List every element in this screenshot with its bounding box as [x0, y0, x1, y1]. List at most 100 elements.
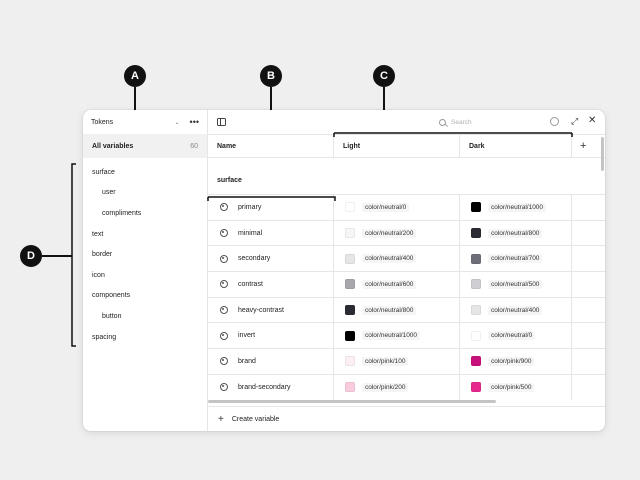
dark-alias: color/neutral/700: [488, 254, 543, 264]
sidebar-item-surface[interactable]: surface: [83, 162, 207, 183]
sidebar: Tokens ⌄ ••• All variables 60 surface us…: [83, 110, 208, 431]
dark-swatch: [471, 228, 481, 239]
table-row[interactable]: invert color/neutral/1000 color/neutral/0: [208, 323, 605, 350]
dark-value-cell[interactable]: color/neutral/700: [460, 246, 572, 272]
expand-icon[interactable]: ⤢: [571, 116, 578, 127]
variable-name: brand-secondary: [238, 383, 291, 391]
sidebar-item-user[interactable]: user: [83, 183, 207, 204]
more-icon[interactable]: •••: [190, 117, 199, 127]
variable-name: secondary: [238, 255, 271, 263]
dark-swatch: [471, 202, 481, 213]
light-value-cell[interactable]: color/pink/200: [334, 374, 460, 400]
light-value-cell[interactable]: color/neutral/0: [334, 195, 460, 220]
variable-name-cell[interactable]: contrast: [208, 272, 334, 297]
callout-d: D: [20, 245, 42, 267]
close-icon[interactable]: ✕: [588, 115, 596, 126]
horizontal-scrollbar[interactable]: [208, 400, 496, 403]
light-value-cell[interactable]: color/neutral/400: [334, 246, 460, 272]
light-alias: color/pink/100: [362, 356, 409, 366]
dark-alias: color/neutral/0: [488, 331, 536, 341]
table-header: Name Light Dark +: [208, 134, 605, 158]
light-value-cell[interactable]: color/neutral/600: [334, 272, 460, 297]
variable-name-cell[interactable]: primary: [208, 195, 334, 220]
light-swatch: [345, 356, 355, 367]
dark-alias: color/neutral/500: [488, 279, 543, 289]
search-placeholder: Search: [451, 118, 472, 126]
table-row[interactable]: primary color/neutral/0 color/neutral/1000: [208, 195, 605, 221]
group-row-surface: surface: [208, 158, 605, 195]
light-swatch: [345, 202, 355, 213]
variable-name-cell[interactable]: brand-secondary: [208, 374, 334, 400]
vertical-scrollbar[interactable]: [601, 137, 604, 171]
color-variable-icon: [220, 331, 228, 340]
search-input[interactable]: Search: [439, 116, 564, 128]
light-swatch: [345, 305, 355, 316]
dark-swatch: [471, 279, 481, 290]
light-value-cell[interactable]: color/neutral/1000: [334, 323, 460, 349]
variable-name: primary: [238, 203, 262, 211]
sidebar-item-all-variables[interactable]: All variables 60: [83, 134, 207, 158]
dark-alias: color/neutral/1000: [488, 202, 547, 212]
variable-name-cell[interactable]: invert: [208, 323, 334, 349]
add-mode-icon[interactable]: +: [580, 140, 586, 152]
sidebar-item-spacing[interactable]: spacing: [83, 327, 207, 348]
callout-c: C: [373, 65, 395, 87]
dark-value-cell[interactable]: color/neutral/800: [460, 220, 572, 246]
dark-value-cell[interactable]: color/neutral/0: [460, 323, 572, 349]
sidebar-item-text[interactable]: text: [83, 224, 207, 245]
light-alias: color/neutral/600: [362, 279, 417, 289]
light-alias: color/pink/200: [362, 382, 409, 392]
variable-name-cell[interactable]: minimal: [208, 220, 334, 246]
variable-name-cell[interactable]: heavy-contrast: [208, 297, 334, 323]
variable-name: minimal: [238, 229, 263, 237]
chevron-down-icon: ⌄: [174, 119, 180, 126]
light-swatch: [345, 330, 355, 341]
create-variable-button[interactable]: + Create variable: [208, 406, 605, 431]
dark-value-cell[interactable]: color/neutral/400: [460, 297, 572, 323]
column-header-dark[interactable]: Dark: [460, 135, 572, 157]
all-variables-label: All variables: [92, 142, 134, 150]
color-variable-icon: [220, 357, 228, 366]
light-value-cell[interactable]: color/neutral/200: [334, 220, 460, 246]
dark-value-cell[interactable]: color/pink/500: [460, 374, 572, 400]
filter-icon[interactable]: [550, 117, 559, 126]
sidebar-item-components[interactable]: components: [83, 286, 207, 307]
callout-a: A: [124, 65, 146, 87]
dark-swatch: [471, 305, 481, 316]
light-swatch: [345, 279, 355, 290]
light-value-cell[interactable]: color/pink/100: [334, 349, 460, 374]
dark-alias: color/pink/500: [488, 382, 535, 392]
sidebar-item-compliments[interactable]: compliments: [83, 203, 207, 224]
table-body: surface primary color/neutral/0 color/neut…: [208, 158, 605, 400]
plus-icon: +: [218, 413, 224, 425]
variable-name: contrast: [238, 280, 263, 288]
light-swatch: [345, 253, 355, 264]
dark-swatch: [471, 382, 481, 393]
dark-value-cell[interactable]: color/neutral/500: [460, 272, 572, 297]
light-value-cell[interactable]: color/neutral/800: [334, 297, 460, 323]
table-row[interactable]: contrast color/neutral/600 color/neutral/5…: [208, 272, 605, 298]
variable-name-cell[interactable]: secondary: [208, 246, 334, 272]
light-alias: color/neutral/200: [362, 228, 417, 238]
table-row[interactable]: minimal color/neutral/200 color/neutral/80…: [208, 220, 605, 247]
sidebar-toggle-icon[interactable]: [217, 118, 226, 126]
bracket-d: [71, 163, 76, 347]
collection-select[interactable]: Tokens ⌄: [91, 114, 180, 130]
variable-name-cell[interactable]: brand: [208, 349, 334, 374]
sidebar-item-icon[interactable]: icon: [83, 265, 207, 286]
table-row[interactable]: heavy-contrast color/neutral/800 color/neu…: [208, 297, 605, 324]
table-row[interactable]: brand color/pink/100 color/pink/900: [208, 349, 605, 375]
dark-swatch: [471, 253, 481, 264]
sidebar-header: Tokens ⌄ •••: [83, 110, 207, 134]
table-row[interactable]: secondary color/neutral/400 color/neutral/…: [208, 246, 605, 273]
search-icon: [439, 118, 446, 126]
callout-d-line: [42, 255, 72, 257]
light-alias: color/neutral/0: [362, 202, 410, 212]
column-header-light[interactable]: Light: [334, 135, 460, 157]
sidebar-item-button[interactable]: button: [83, 306, 207, 327]
callout-b: B: [260, 65, 282, 87]
dark-value-cell[interactable]: color/pink/900: [460, 349, 572, 374]
sidebar-item-border[interactable]: border: [83, 244, 207, 265]
dark-value-cell[interactable]: color/neutral/1000: [460, 195, 572, 220]
table-row[interactable]: brand-secondary color/pink/200 color/pink/…: [208, 374, 605, 400]
